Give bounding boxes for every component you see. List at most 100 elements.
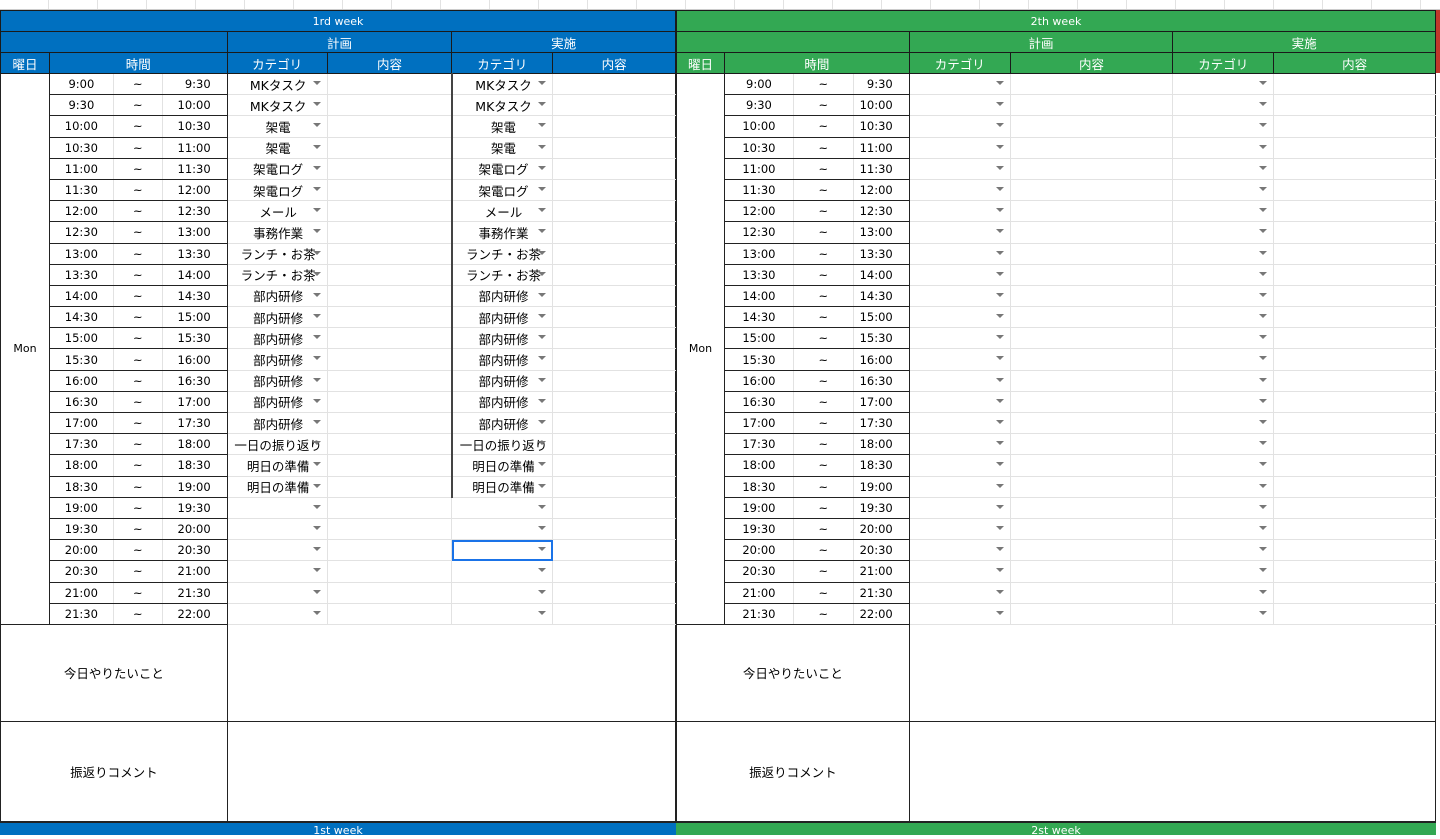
chevron-down-icon[interactable] — [538, 292, 547, 297]
chevron-down-icon[interactable] — [1259, 568, 1268, 573]
plan-content-cell[interactable] — [1009, 136, 1174, 159]
plan-category-dropdown[interactable] — [908, 517, 1011, 541]
plan-category-dropdown[interactable] — [908, 242, 1011, 265]
plan-content-cell[interactable] — [326, 94, 453, 117]
plan-category-dropdown[interactable] — [908, 496, 1011, 519]
tilde[interactable]: ~ — [792, 454, 854, 477]
plan-content-cell[interactable] — [326, 221, 453, 244]
start-time[interactable]: 18:30 — [723, 475, 794, 498]
start-time[interactable]: 20:00 — [723, 539, 794, 562]
chevron-down-icon[interactable] — [312, 250, 321, 255]
end-time[interactable]: 21:00 — [852, 560, 910, 583]
chevron-down-icon[interactable] — [538, 102, 547, 107]
plan-content-cell[interactable] — [326, 327, 453, 350]
actual-category-dropdown[interactable]: 部内研修 — [450, 348, 554, 371]
plan-content-cell[interactable] — [326, 115, 453, 138]
plan-content-cell[interactable] — [326, 348, 453, 371]
end-time[interactable]: 12:00 — [852, 178, 910, 202]
actual-content-cell[interactable] — [552, 517, 676, 541]
chevron-down-icon[interactable] — [312, 102, 321, 107]
end-time[interactable]: 16:30 — [161, 369, 228, 392]
actual-content-cell[interactable] — [552, 581, 676, 604]
chevron-down-icon[interactable] — [995, 81, 1004, 85]
start-time[interactable]: 13:30 — [723, 263, 794, 286]
plan-content-cell[interactable] — [326, 72, 453, 96]
plan-content-cell[interactable] — [326, 263, 453, 286]
chevron-down-icon[interactable] — [995, 144, 1004, 149]
chevron-down-icon[interactable] — [538, 462, 547, 467]
end-time[interactable]: 13:00 — [852, 221, 910, 244]
end-time[interactable]: 12:30 — [852, 200, 910, 223]
actual-content-cell[interactable] — [552, 411, 676, 435]
chevron-down-icon[interactable] — [312, 420, 321, 424]
chevron-down-icon[interactable] — [995, 504, 1004, 509]
start-time[interactable]: 20:30 — [48, 560, 114, 583]
actual-category-dropdown[interactable]: 架電 — [450, 115, 554, 138]
plan-content-cell[interactable] — [326, 411, 453, 435]
chevron-down-icon[interactable] — [312, 271, 321, 276]
start-time[interactable]: 19:00 — [723, 496, 794, 519]
plan-category-dropdown[interactable]: 事務作業 — [226, 221, 328, 244]
end-time[interactable]: 16:00 — [852, 348, 910, 371]
tilde[interactable]: ~ — [112, 178, 163, 202]
plan-content-cell[interactable] — [1009, 72, 1174, 96]
start-time[interactable]: 12:30 — [723, 221, 794, 244]
plan-content-cell[interactable] — [326, 200, 453, 223]
actual-content-cell[interactable] — [552, 306, 676, 329]
review-comment-input[interactable] — [908, 720, 1437, 822]
plan-content-cell[interactable] — [1009, 263, 1174, 286]
tilde[interactable]: ~ — [792, 178, 854, 202]
chevron-down-icon[interactable] — [538, 144, 547, 149]
chevron-down-icon[interactable] — [995, 250, 1004, 255]
plan-category-dropdown[interactable]: 部内研修 — [226, 327, 328, 350]
end-time[interactable]: 19:30 — [852, 496, 910, 519]
end-time[interactable]: 21:30 — [852, 581, 910, 604]
plan-content-cell[interactable] — [326, 369, 453, 392]
tilde[interactable]: ~ — [112, 602, 163, 625]
actual-content-cell[interactable] — [552, 496, 676, 519]
plan-content-cell[interactable] — [1009, 496, 1174, 519]
plan-content-cell[interactable] — [1009, 178, 1174, 202]
tilde[interactable]: ~ — [792, 263, 854, 286]
plan-content-cell[interactable] — [1009, 517, 1174, 541]
chevron-down-icon[interactable] — [1259, 547, 1268, 552]
chevron-down-icon[interactable] — [312, 186, 321, 191]
tilde[interactable]: ~ — [112, 454, 163, 477]
start-time[interactable]: 19:30 — [723, 517, 794, 541]
plan-category-dropdown[interactable] — [908, 539, 1011, 562]
actual-content-cell[interactable] — [1273, 136, 1436, 159]
plan-content-cell[interactable] — [1009, 348, 1174, 371]
actual-category-dropdown[interactable] — [1172, 602, 1275, 625]
actual-category-dropdown[interactable] — [1172, 369, 1275, 392]
end-time[interactable]: 22:00 — [852, 602, 910, 625]
actual-category-dropdown[interactable] — [1172, 115, 1275, 138]
start-time[interactable]: 20:00 — [48, 539, 114, 562]
tilde[interactable]: ~ — [112, 411, 163, 435]
chevron-down-icon[interactable] — [1259, 81, 1268, 85]
plan-content-cell[interactable] — [1009, 560, 1174, 583]
chevron-down-icon[interactable] — [1259, 504, 1268, 509]
plan-content-cell[interactable] — [1009, 284, 1174, 308]
chevron-down-icon[interactable] — [1259, 483, 1268, 488]
start-time[interactable]: 12:00 — [48, 200, 114, 223]
plan-category-dropdown[interactable] — [908, 411, 1011, 435]
chevron-down-icon[interactable] — [995, 229, 1004, 234]
chevron-down-icon[interactable] — [538, 123, 547, 128]
plan-category-dropdown[interactable] — [908, 221, 1011, 244]
end-time[interactable]: 10:30 — [161, 115, 228, 138]
plan-content-cell[interactable] — [1009, 390, 1174, 414]
tilde[interactable]: ~ — [792, 602, 854, 625]
chevron-down-icon[interactable] — [538, 165, 547, 170]
end-time[interactable]: 21:30 — [161, 581, 228, 604]
plan-content-cell[interactable] — [1009, 602, 1174, 625]
tilde[interactable]: ~ — [112, 200, 163, 223]
chevron-down-icon[interactable] — [538, 398, 547, 403]
chevron-down-icon[interactable] — [1259, 525, 1268, 530]
actual-content-cell[interactable] — [1273, 115, 1436, 138]
chevron-down-icon[interactable] — [995, 441, 1004, 446]
tilde[interactable]: ~ — [112, 517, 163, 541]
actual-content-cell[interactable] — [1273, 411, 1436, 435]
actual-category-dropdown[interactable]: 明日の準備 — [450, 475, 554, 498]
chevron-down-icon[interactable] — [312, 123, 321, 128]
end-time[interactable]: 9:30 — [161, 72, 228, 96]
